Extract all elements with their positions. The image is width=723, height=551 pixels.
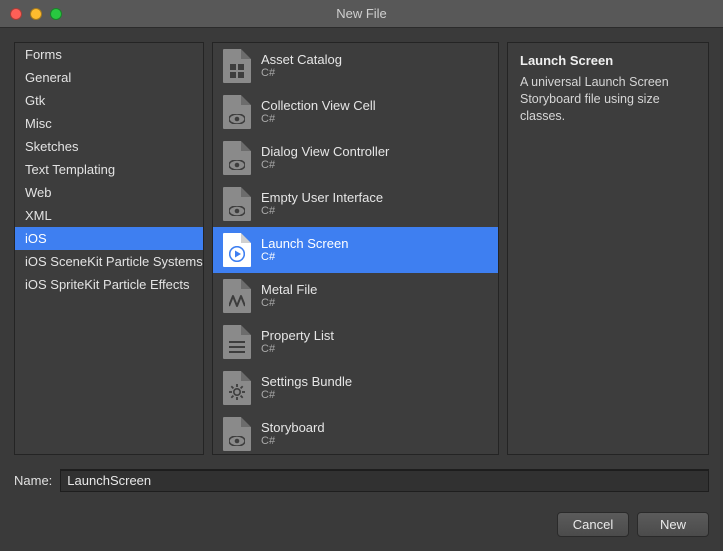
- category-item[interactable]: Web: [15, 181, 203, 204]
- category-item[interactable]: Forms: [15, 43, 203, 66]
- list-icon: [223, 325, 251, 359]
- eye-icon: [223, 187, 251, 221]
- template-title: Storyboard: [261, 420, 325, 436]
- template-subtitle: C#: [261, 435, 325, 448]
- template-title: Collection View Cell: [261, 98, 376, 114]
- description-title: Launch Screen: [520, 53, 696, 68]
- template-title: Settings Bundle: [261, 374, 352, 390]
- template-item[interactable]: Property ListC#: [213, 319, 498, 365]
- cancel-button[interactable]: Cancel: [557, 512, 629, 537]
- template-subtitle: C#: [261, 67, 342, 80]
- zoom-icon[interactable]: [50, 8, 62, 20]
- gear-icon: [223, 371, 251, 405]
- category-item[interactable]: General: [15, 66, 203, 89]
- template-item[interactable]: Metal FileC#: [213, 273, 498, 319]
- template-item[interactable]: Launch ScreenC#: [213, 227, 498, 273]
- play-circle-icon: [223, 233, 251, 267]
- metal-icon: [223, 279, 251, 313]
- template-title: Property List: [261, 328, 334, 344]
- category-item[interactable]: Text Templating: [15, 158, 203, 181]
- category-item[interactable]: iOS: [15, 227, 203, 250]
- window-controls: [0, 8, 62, 20]
- name-label: Name:: [14, 473, 52, 488]
- template-title: Dialog View Controller: [261, 144, 389, 160]
- category-item[interactable]: Misc: [15, 112, 203, 135]
- template-subtitle: C#: [261, 159, 389, 172]
- template-title: Launch Screen: [261, 236, 348, 252]
- category-item[interactable]: iOS SpriteKit Particle Effects: [15, 273, 203, 296]
- category-item[interactable]: Gtk: [15, 89, 203, 112]
- template-subtitle: C#: [261, 205, 383, 218]
- template-item[interactable]: Collection View CellC#: [213, 89, 498, 135]
- category-item[interactable]: XML: [15, 204, 203, 227]
- template-subtitle: C#: [261, 389, 352, 402]
- template-item[interactable]: Settings BundleC#: [213, 365, 498, 411]
- category-pane: FormsGeneralGtkMiscSketchesText Templati…: [14, 42, 204, 455]
- template-pane: Asset CatalogC#Collection View CellC#Dia…: [212, 42, 499, 455]
- template-item[interactable]: Empty User InterfaceC#: [213, 181, 498, 227]
- template-item[interactable]: Asset CatalogC#: [213, 43, 498, 89]
- eye-icon: [223, 95, 251, 129]
- name-input[interactable]: [60, 469, 709, 492]
- eye-icon: [223, 141, 251, 175]
- template-subtitle: C#: [261, 343, 334, 356]
- category-item[interactable]: iOS SceneKit Particle Systems: [15, 250, 203, 273]
- category-item[interactable]: Sketches: [15, 135, 203, 158]
- template-item[interactable]: Dialog View ControllerC#: [213, 135, 498, 181]
- titlebar: New File: [0, 0, 723, 28]
- eye-icon: [223, 417, 251, 451]
- description-body: A universal Launch Screen Storyboard fil…: [520, 74, 696, 125]
- template-subtitle: C#: [261, 251, 348, 264]
- new-button[interactable]: New: [637, 512, 709, 537]
- button-bar: Cancel New: [0, 496, 723, 551]
- content-area: FormsGeneralGtkMiscSketchesText Templati…: [0, 28, 723, 463]
- minimize-icon[interactable]: [30, 8, 42, 20]
- grid-icon: [223, 49, 251, 83]
- template-subtitle: C#: [261, 113, 376, 126]
- window-title: New File: [0, 6, 723, 21]
- template-subtitle: C#: [261, 297, 317, 310]
- name-bar: Name:: [0, 463, 723, 496]
- template-title: Metal File: [261, 282, 317, 298]
- new-file-dialog: New File FormsGeneralGtkMiscSketchesText…: [0, 0, 723, 551]
- template-item[interactable]: StoryboardC#: [213, 411, 498, 454]
- description-pane: Launch Screen A universal Launch Screen …: [507, 42, 709, 455]
- template-title: Asset Catalog: [261, 52, 342, 68]
- template-title: Empty User Interface: [261, 190, 383, 206]
- close-icon[interactable]: [10, 8, 22, 20]
